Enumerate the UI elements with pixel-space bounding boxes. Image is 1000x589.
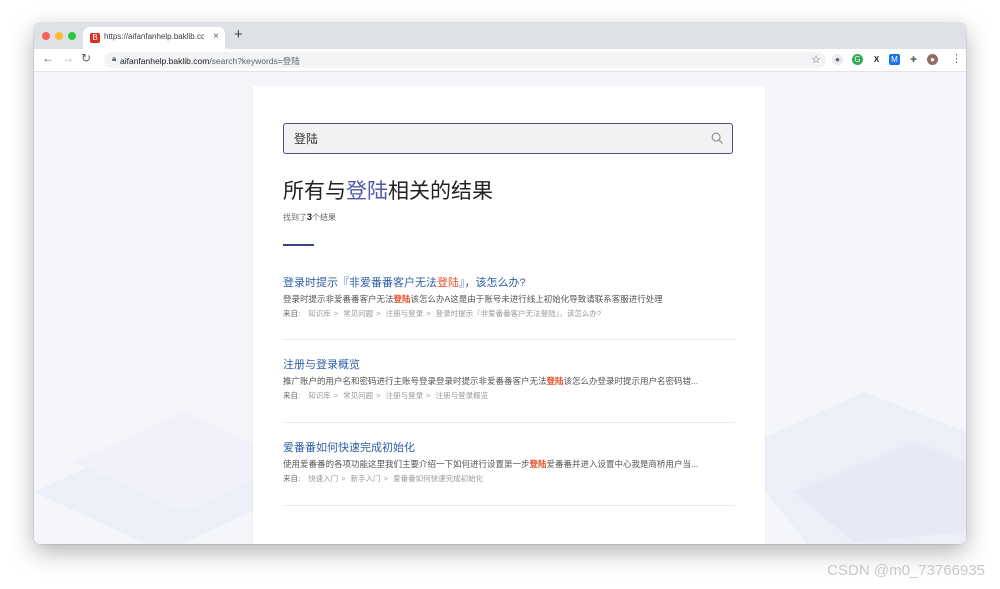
breadcrumb-link[interactable]: 知识库	[308, 391, 331, 400]
breadcrumb-link[interactable]: 注册与登录	[386, 391, 424, 400]
close-window-button[interactable]	[42, 32, 50, 40]
result-title-link[interactable]: 爱番番如何快速完成初始化	[283, 439, 735, 454]
extension-icon[interactable]: M	[889, 54, 900, 65]
breadcrumb-link[interactable]: 新手入门	[351, 474, 381, 483]
breadcrumb-link[interactable]: 常见问题	[343, 391, 373, 400]
result-snippet: 使用爱番番的各项功能这里我们主要介绍一下如何进行设置第一步登陆爱番番并进入设置中…	[283, 459, 699, 469]
site-favicon-icon: B	[90, 33, 100, 43]
extensions-puzzle-icon[interactable]: ✚	[908, 54, 919, 65]
minimize-window-button[interactable]	[55, 32, 63, 40]
reload-button[interactable]: ↻	[81, 51, 91, 65]
search-results-card: 所有与登陆相关的结果 找到了3个结果 登录时提示『非爱番番客户无法登陆』，该怎么…	[253, 86, 765, 544]
url-text: aifanfanhelp.baklib.com/search?keywords=…	[120, 56, 300, 66]
forward-button[interactable]: →	[62, 51, 74, 65]
back-button[interactable]: ←	[42, 51, 54, 65]
breadcrumb-link[interactable]: 注册与登录概览	[436, 391, 489, 400]
browser-menu-icon[interactable]: ⋮	[951, 52, 962, 65]
breadcrumb-link[interactable]: 注册与登录	[386, 309, 424, 318]
extension-icon[interactable]: X	[871, 54, 882, 65]
search-icon[interactable]	[710, 131, 724, 145]
breadcrumb-link[interactable]: 知识库	[308, 309, 331, 318]
breadcrumb-link[interactable]: 常见问题	[343, 309, 373, 318]
browser-window: B https://aifanfanhelp.baklib.com × + ← …	[34, 23, 966, 544]
result-item: 爱番番如何快速完成初始化 使用爱番番的各项功能这里我们主要介绍一下如何进行设置第…	[283, 439, 735, 506]
address-bar[interactable]: 🔒︎ aifanfanhelp.baklib.com/search?keywor…	[104, 52, 826, 68]
browser-toolbar: ← → ↻ 🔒︎ aifanfanhelp.baklib.com/search?…	[34, 49, 966, 72]
extension-icon[interactable]: G	[852, 54, 863, 65]
result-snippet: 登录时提示非爱番番客户无法登陆该怎么办A这是由于账号未进行线上初始化导致请联系客…	[283, 294, 663, 304]
result-title-link[interactable]: 登录时提示『非爱番番客户无法登陆』，该怎么办?	[283, 274, 735, 289]
result-item: 注册与登录概览 推广账户的用户名和密码进行主账号登录登录时提示非爱番番客户无法登…	[283, 356, 735, 423]
browser-tab[interactable]: B https://aifanfanhelp.baklib.com ×	[83, 27, 225, 49]
watermark: CSDN @m0_73766935	[827, 562, 985, 579]
results-heading: 所有与登陆相关的结果	[283, 180, 493, 203]
accent-divider	[283, 244, 314, 246]
new-tab-button[interactable]: +	[234, 26, 243, 43]
breadcrumb-link[interactable]: 爱番番如何快速完成初始化	[393, 474, 483, 483]
search-box[interactable]	[283, 123, 733, 154]
breadcrumb-link[interactable]: 快速入门	[308, 474, 338, 483]
profile-avatar[interactable]: ●	[927, 54, 938, 65]
results-count: 找到了3个结果	[283, 212, 337, 222]
tab-close-icon[interactable]: ×	[213, 31, 219, 42]
result-breadcrumb: 来自: 知识库 > 常见问题 > 注册与登录 > 注册与登录概览	[283, 391, 489, 400]
result-breadcrumb: 来自: 快速入门 > 新手入门 > 爱番番如何快速完成初始化	[283, 474, 484, 483]
tab-strip: B https://aifanfanhelp.baklib.com × +	[34, 23, 966, 49]
extension-icon[interactable]: ●	[832, 54, 843, 65]
lock-icon: 🔒︎	[112, 54, 117, 63]
result-breadcrumb: 来自: 知识库 > 常见问题 > 注册与登录 > 登录时提示『非爱番番客户无法登陆』，…	[283, 309, 602, 318]
search-input[interactable]	[292, 130, 696, 146]
result-item: 登录时提示『非爱番番客户无法登陆』，该怎么办? 登录时提示非爱番番客户无法登陆该…	[283, 274, 735, 340]
maximize-window-button[interactable]	[68, 32, 76, 40]
breadcrumb-link[interactable]: 登录时提示『非爱番番客户无法登陆』，该怎么办?	[436, 309, 601, 318]
page-content: 所有与登陆相关的结果 找到了3个结果 登录时提示『非爱番番客户无法登陆』，该怎么…	[34, 72, 966, 544]
tab-title: https://aifanfanhelp.baklib.com	[104, 32, 204, 41]
result-snippet: 推广账户的用户名和密码进行主账号登录登录时提示非爱番番客户无法登陆该怎么办登录时…	[283, 376, 699, 386]
heading-keyword: 登陆	[346, 180, 388, 203]
result-title-link[interactable]: 注册与登录概览	[283, 356, 735, 371]
bookmark-star-icon[interactable]: ☆	[811, 53, 821, 66]
